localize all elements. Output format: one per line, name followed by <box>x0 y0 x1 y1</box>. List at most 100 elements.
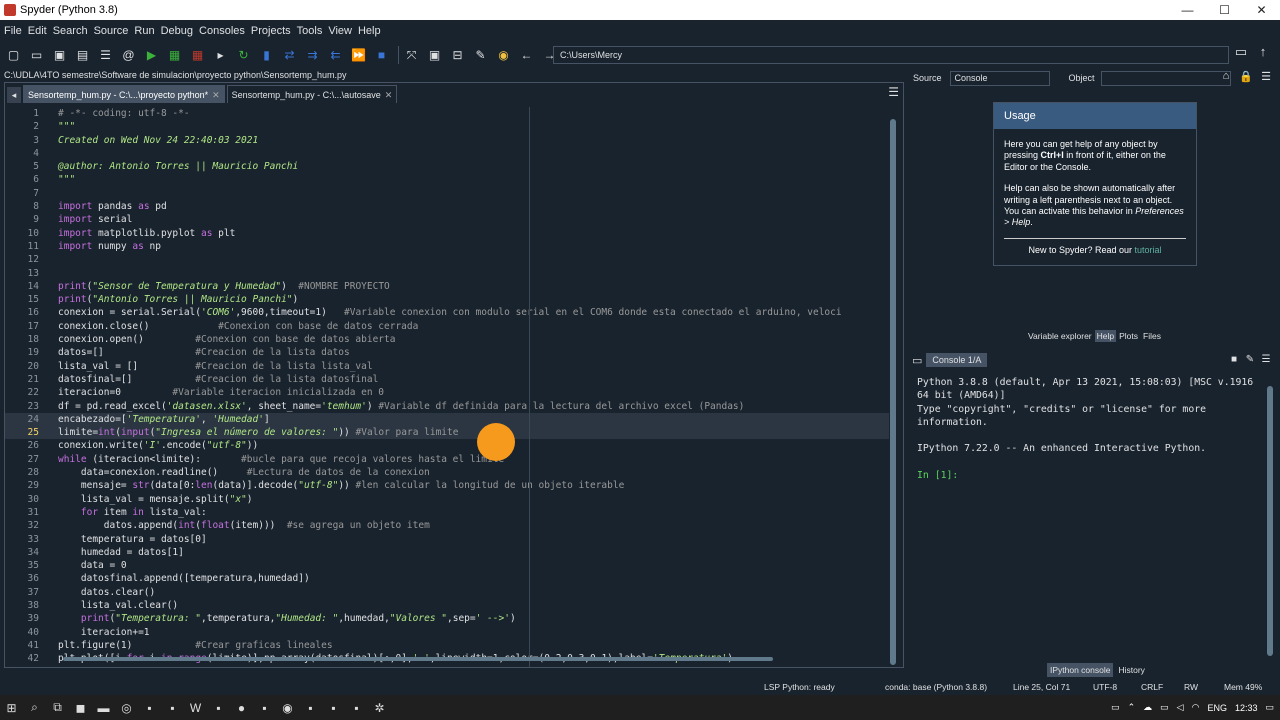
app-icon[interactable]: ▪ <box>207 695 230 720</box>
code-line[interactable]: 40 iteracion+=1 <box>5 626 889 639</box>
code-line[interactable]: 7 <box>5 187 889 200</box>
menu-debug[interactable]: Debug <box>161 25 193 37</box>
lock-icon[interactable]: 🔒 <box>1236 70 1256 83</box>
code-line[interactable]: 2 """ <box>5 120 889 133</box>
tab-ipython-console[interactable]: IPython console <box>1047 663 1114 677</box>
tutorial-link[interactable]: tutorial <box>1135 245 1162 255</box>
notification-icon[interactable]: ▭ <box>1111 702 1120 713</box>
folder-browse-icon[interactable]: ▭ <box>1230 44 1252 60</box>
debug-step-into-icon[interactable]: ⇉ <box>303 46 322 65</box>
parent-directory-icon[interactable]: ↑ <box>1252 44 1274 60</box>
file-explorer-icon[interactable]: ▬ <box>92 695 115 720</box>
firefox-icon[interactable]: ● <box>230 695 253 720</box>
object-input[interactable] <box>1100 70 1231 86</box>
debug-step-icon[interactable]: ⇄ <box>280 46 299 65</box>
code-line[interactable]: 28 data=conexion.readline() #Lectura de … <box>5 466 889 479</box>
menu-help[interactable]: Help <box>358 25 381 37</box>
save-icon[interactable]: ▣ <box>50 46 69 65</box>
code-line[interactable]: 41 plt.figure(1) #Crear graficas lineales <box>5 639 889 652</box>
menu-run[interactable]: Run <box>134 25 154 37</box>
code-line[interactable]: 38 lista_val.clear() <box>5 599 889 612</box>
source-select[interactable]: Console <box>949 70 1050 86</box>
code-line[interactable]: 8 import pandas as pd <box>5 200 889 213</box>
console-scrollbar[interactable] <box>1267 386 1273 656</box>
editor-horizontal-scrollbar[interactable] <box>63 657 773 661</box>
code-line[interactable]: 14 print("Sensor de Temperatura y Humedad… <box>5 280 889 293</box>
code-line[interactable]: 35 data = 0 <box>5 559 889 572</box>
clock[interactable]: 12:33 <box>1235 703 1258 713</box>
wifi-icon[interactable]: ◠ <box>1192 702 1200 713</box>
code-line[interactable]: 34 humedad = datos[1] <box>5 546 889 559</box>
code-line[interactable]: 1 # -*- coding: utf-8 -*- <box>5 107 889 120</box>
code-line[interactable]: 17 conexion.close() #Conexion con base de… <box>5 320 889 333</box>
code-line[interactable]: 27 while (iteracion<limite): #bucle para … <box>5 453 889 466</box>
home-icon[interactable]: ⌂ <box>1216 70 1236 83</box>
sticky-notes-icon[interactable]: ▪ <box>253 695 276 720</box>
word-icon[interactable]: W <box>184 695 207 720</box>
code-line[interactable]: 39 print("Temperatura: ",temperatura,"Hu… <box>5 612 889 625</box>
browse-tabs-icon[interactable]: ☰ <box>96 46 115 65</box>
code-line[interactable]: 6 """ <box>5 173 889 186</box>
working-directory-input[interactable]: C:\Users\Mercy <box>553 46 1229 64</box>
app-icon[interactable]: ▪ <box>161 695 184 720</box>
tools-wrench-icon[interactable]: ✎ <box>471 46 490 65</box>
code-line[interactable]: 23 df = pd.read_excel('datasen.xlsx', she… <box>5 400 889 413</box>
code-line[interactable]: 21 datosfinal=[] #Creacion de la lista da… <box>5 373 889 386</box>
menu-tools[interactable]: Tools <box>297 25 323 37</box>
action-center-icon[interactable]: ▭ <box>1265 702 1274 713</box>
console-output[interactable]: Python 3.8.8 (default, Apr 13 2021, 15:0… <box>917 376 1269 482</box>
debug-continue-icon[interactable]: ⏩ <box>349 46 368 65</box>
code-line[interactable]: 18 conexion.open() #Conexion con base de … <box>5 333 889 346</box>
menu-edit[interactable]: Edit <box>28 25 47 37</box>
terminal-icon[interactable]: ▪ <box>345 695 368 720</box>
tab-help[interactable]: Help <box>1094 330 1117 342</box>
search-icon[interactable]: ⌕ <box>23 695 46 720</box>
edit-icon[interactable]: ✎ <box>1242 354 1258 365</box>
open-file-icon[interactable]: ▭ <box>27 46 46 65</box>
code-line[interactable]: 16 conexion = serial.Serial('COM6',9600,t… <box>5 306 889 319</box>
run-cell-icon[interactable]: ▦ <box>165 46 184 65</box>
debug-step-return-icon[interactable]: ⇇ <box>326 46 345 65</box>
network-icon[interactable]: ▭ <box>1160 702 1169 713</box>
options-menu-icon[interactable]: ☰ <box>1256 70 1276 83</box>
editor-tab[interactable]: Sensortemp_hum.py - C:\...\autosave ✕ <box>226 85 398 104</box>
code-line[interactable]: 36 datosfinal.append([temperatura,humeda… <box>5 572 889 585</box>
editor-tab-active[interactable]: Sensortemp_hum.py - C:\...\proyecto pyth… <box>23 85 225 103</box>
teams-icon[interactable]: ◼ <box>69 695 92 720</box>
tab-plots[interactable]: Plots <box>1117 330 1140 342</box>
code-line[interactable]: 3 Created on Wed Nov 24 22:40:03 2021 <box>5 134 889 147</box>
editor-vertical-scrollbar[interactable] <box>890 119 896 665</box>
tab-variable-explorer[interactable]: Variable explorer <box>1026 330 1094 342</box>
close-tab-icon[interactable]: ✕ <box>385 86 393 104</box>
language-indicator[interactable]: ENG <box>1207 703 1227 713</box>
code-line[interactable]: 12 <box>5 253 889 266</box>
maximize-pane-icon[interactable]: ⤧ <box>402 46 421 65</box>
volume-icon[interactable]: ◁ <box>1177 702 1184 713</box>
close-button[interactable]: ✕ <box>1243 0 1280 20</box>
code-line[interactable]: 15 print("Antonio Torres || Mauricio Panc… <box>5 293 889 306</box>
code-line[interactable]: 26 conexion.write('I'.encode("utf-8")) <box>5 439 889 452</box>
debug-stop-icon[interactable]: ■ <box>372 46 391 65</box>
code-line[interactable]: 9 import serial <box>5 213 889 226</box>
code-line[interactable]: 37 datos.clear() <box>5 586 889 599</box>
debug-icon[interactable]: ▮ <box>257 46 276 65</box>
code-line[interactable]: 24 encabezado=['Temperatura', 'Humedad'] <box>5 412 889 427</box>
code-line[interactable]: 30 lista_val = mensaje.split("x") <box>5 493 889 506</box>
code-line[interactable]: 22 iteracion=0 #Variable iteracion inicia… <box>5 386 889 399</box>
menu-file[interactable]: File <box>4 25 22 37</box>
code-line[interactable]: 11 import numpy as np <box>5 240 889 253</box>
back-arrow-icon[interactable]: ← <box>517 46 536 65</box>
tab-history[interactable]: History <box>1115 663 1147 677</box>
run-icon[interactable]: ▶ <box>142 46 161 65</box>
maximize-button[interactable]: ☐ <box>1206 0 1243 20</box>
code-line[interactable]: 20 lista_val = [] #Creacion de la lista l… <box>5 360 889 373</box>
preferences-pane-icon[interactable]: ▣ <box>425 46 444 65</box>
run-cell-advance-icon[interactable]: ▦ <box>188 46 207 65</box>
menu-search[interactable]: Search <box>53 25 88 37</box>
save-all-icon[interactable]: ▤ <box>73 46 92 65</box>
tray-chevron-icon[interactable]: ⌃ <box>1128 702 1136 713</box>
code-line[interactable]: 19 datos=[] #Creacion de la lista datos <box>5 346 889 359</box>
app-icon[interactable]: ▪ <box>299 695 322 720</box>
tab-files[interactable]: Files <box>1141 330 1163 342</box>
app-icon[interactable]: ▪ <box>322 695 345 720</box>
